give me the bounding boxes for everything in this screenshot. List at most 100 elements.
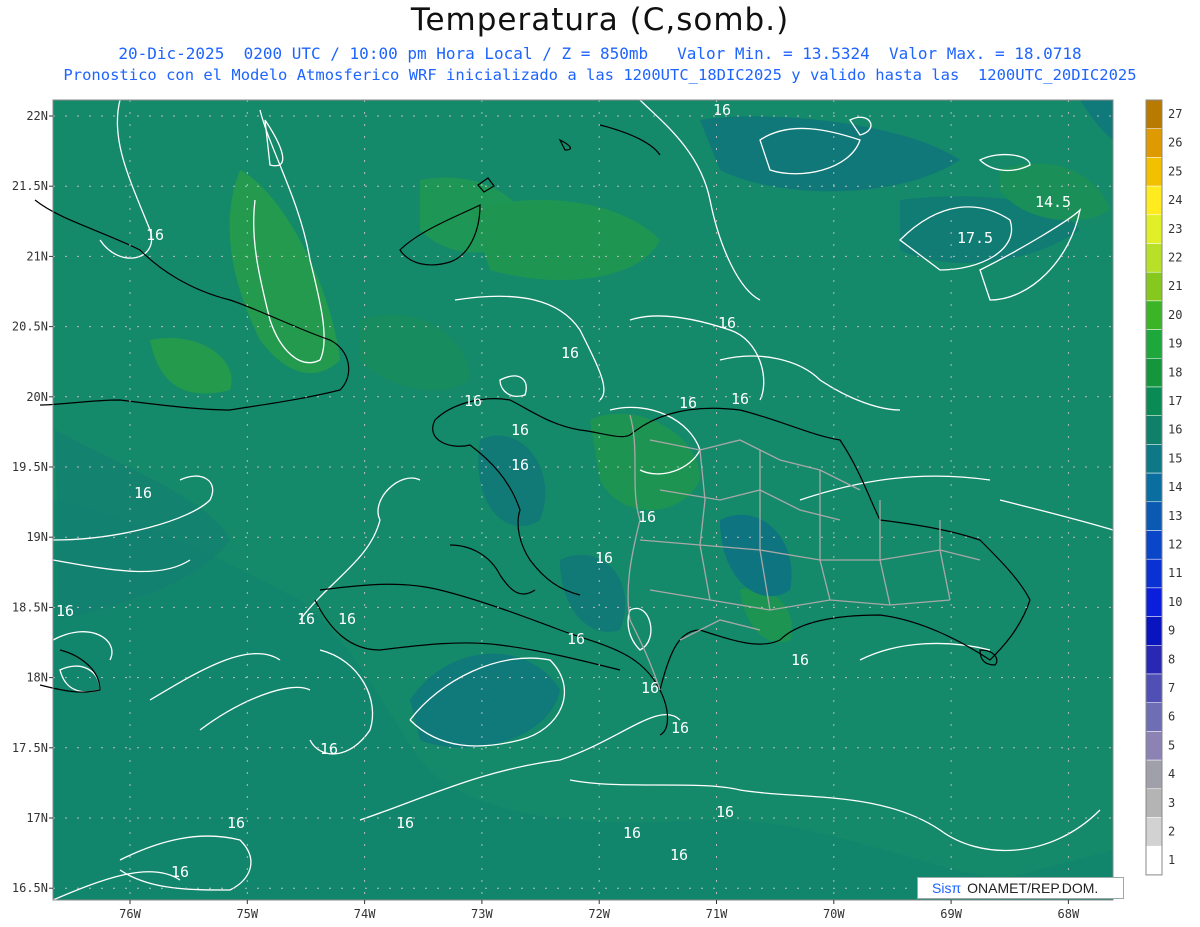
lat-label: 21N xyxy=(26,249,48,263)
colorbar-swatch xyxy=(1145,558,1163,589)
contour-label: 16 xyxy=(511,456,529,474)
lat-label: 18N xyxy=(26,671,48,685)
colorbar-swatch xyxy=(1145,271,1163,302)
colorbar-swatch xyxy=(1145,329,1163,359)
contour-label: 16 xyxy=(716,803,734,821)
colorbar-swatch xyxy=(1145,731,1163,761)
colorbar-label: 1 xyxy=(1168,853,1175,867)
contour-label: 16 xyxy=(464,392,482,410)
contour-label: 14.5 xyxy=(1035,193,1071,211)
colorbar-label: 17 xyxy=(1168,394,1182,408)
lat-label: 18.5N xyxy=(12,600,48,614)
credit-organization: ONAMET/REP.DOM. xyxy=(967,880,1099,896)
lon-label: 72W xyxy=(588,907,610,921)
contour-label: 16 xyxy=(297,610,315,628)
colorbar-swatch xyxy=(1145,185,1163,216)
colorbar-label: 23 xyxy=(1168,222,1182,236)
colorbar-swatch xyxy=(1145,817,1163,847)
contour-label: 16 xyxy=(146,226,164,244)
contour-label: 16 xyxy=(320,740,338,758)
colorbar-swatch xyxy=(1145,616,1163,646)
colorbar-swatch xyxy=(1145,645,1163,675)
lat-label: 20.5N xyxy=(12,320,48,334)
colorbar-label: 18 xyxy=(1168,365,1182,379)
colorbar-label: 15 xyxy=(1168,451,1182,465)
colorbar-label: 13 xyxy=(1168,509,1182,523)
colorbar-label: 16 xyxy=(1168,423,1182,437)
colorbar-swatch xyxy=(1145,358,1163,388)
colorbar-label: 11 xyxy=(1168,566,1182,580)
colorbar-swatch xyxy=(1145,128,1163,158)
contour-label: 16 xyxy=(227,814,245,832)
contour-label: 16 xyxy=(56,602,74,620)
contour-label: 16 xyxy=(638,508,656,526)
latitude-labels: 22N 21.5N 21N 20.5N 20N 19.5N 19N 18.5N … xyxy=(12,109,53,895)
contour-label: 16 xyxy=(171,863,189,881)
colorbar-label: 3 xyxy=(1168,796,1175,810)
lat-label: 19N xyxy=(26,530,48,544)
temperature-colorbar: 2726252423222120191817161514131211109876… xyxy=(1145,99,1182,876)
lon-label: 68W xyxy=(1058,907,1080,921)
colorbar-label: 8 xyxy=(1168,652,1175,666)
colorbar-swatch xyxy=(1145,673,1163,703)
colorbar-swatch xyxy=(1145,243,1163,273)
colorbar-swatch xyxy=(1145,472,1163,503)
contour-label: 16 xyxy=(134,484,152,502)
colorbar-label: 4 xyxy=(1168,767,1175,781)
temperature-shading xyxy=(53,100,1113,900)
lon-label: 74W xyxy=(354,907,376,921)
credit-box: Sisπ ONAMET/REP.DOM. xyxy=(917,877,1124,899)
contour-label: 16 xyxy=(595,549,613,567)
colorbar-swatch xyxy=(1145,587,1163,617)
contour-label: 16 xyxy=(561,344,579,362)
lat-label: 16.5N xyxy=(12,881,48,895)
colorbar-label: 7 xyxy=(1168,681,1175,695)
colorbar-label: 12 xyxy=(1168,538,1182,552)
colorbar-swatch xyxy=(1145,444,1163,474)
lat-label: 22N xyxy=(26,109,48,123)
contour-label: 16 xyxy=(623,824,641,842)
colorbar-swatch xyxy=(1145,300,1163,330)
colorbar-swatch xyxy=(1145,99,1163,129)
contour-label: 17.5 xyxy=(957,229,993,247)
lat-label: 21.5N xyxy=(12,179,48,193)
colorbar-label: 27 xyxy=(1168,107,1182,121)
colorbar-label: 2 xyxy=(1168,825,1175,839)
colorbar-label: 24 xyxy=(1168,193,1182,207)
lat-label: 17.5N xyxy=(12,741,48,755)
contour-label: 16 xyxy=(338,610,356,628)
lat-label: 17N xyxy=(26,811,48,825)
colorbar-label: 10 xyxy=(1168,595,1182,609)
colorbar-label: 22 xyxy=(1168,251,1182,265)
lon-label: 69W xyxy=(940,907,962,921)
colorbar-swatch xyxy=(1145,415,1163,445)
contour-label: 16 xyxy=(670,846,688,864)
sispi-logo: Sisπ xyxy=(932,880,962,896)
colorbar-label: 26 xyxy=(1168,136,1182,150)
colorbar-label: 20 xyxy=(1168,308,1182,322)
colorbar-label: 5 xyxy=(1168,738,1175,752)
colorbar-swatch xyxy=(1145,759,1163,790)
lon-label: 76W xyxy=(119,907,141,921)
lon-label: 73W xyxy=(471,907,493,921)
temperature-map: 22N 21.5N 21N 20.5N 20N 19.5N 19N 18.5N … xyxy=(12,99,1182,921)
colorbar-label: 6 xyxy=(1168,710,1175,724)
colorbar-swatch xyxy=(1145,214,1163,244)
contour-label: 16 xyxy=(679,394,697,412)
lat-label: 20N xyxy=(26,390,48,404)
lon-label: 75W xyxy=(236,907,258,921)
contour-label: 16 xyxy=(718,314,736,332)
colorbar-swatch xyxy=(1145,386,1163,416)
contour-label: 16 xyxy=(641,679,659,697)
colorbar-swatch xyxy=(1145,501,1163,531)
colorbar-label: 25 xyxy=(1168,164,1182,178)
contour-label: 16 xyxy=(713,101,731,119)
contour-label: 16 xyxy=(567,630,585,648)
longitude-labels: 76W 75W 74W 73W 72W 71W 70W 69W 68W xyxy=(119,900,1080,921)
colorbar-swatch xyxy=(1145,845,1163,876)
colorbar-swatch xyxy=(1145,530,1163,560)
contour-label: 16 xyxy=(671,719,689,737)
contour-label: 16 xyxy=(731,390,749,408)
colorbar-label: 14 xyxy=(1168,480,1182,494)
colorbar-swatch xyxy=(1145,702,1163,732)
